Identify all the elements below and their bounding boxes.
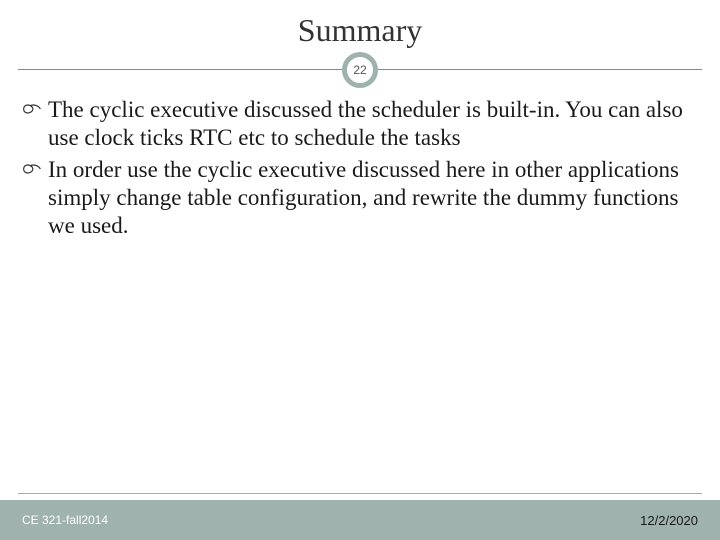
footer-bar: CE 321-fall2014 12/2/2020 [0,500,720,540]
bullet-text: In order use the cyclic executive discus… [48,157,679,238]
loop-bullet-icon [22,96,44,122]
content-region: The cyclic executive discussed the sched… [22,96,698,244]
bullet-item: In order use the cyclic executive discus… [22,156,698,240]
title-region: Summary [0,12,720,49]
footer-date: 12/2/2020 [640,513,698,528]
footer-course-label: CE 321-fall2014 [22,513,108,527]
bullet-item: The cyclic executive discussed the sched… [22,96,698,152]
slide: Summary 22 The cyclic executive discusse… [0,0,720,540]
bullet-text: The cyclic executive discussed the sched… [48,97,683,150]
slide-title: Summary [0,12,720,49]
slide-number-badge: 22 [342,52,378,88]
loop-bullet-icon [22,156,44,182]
horizontal-rule-bottom [18,493,702,494]
